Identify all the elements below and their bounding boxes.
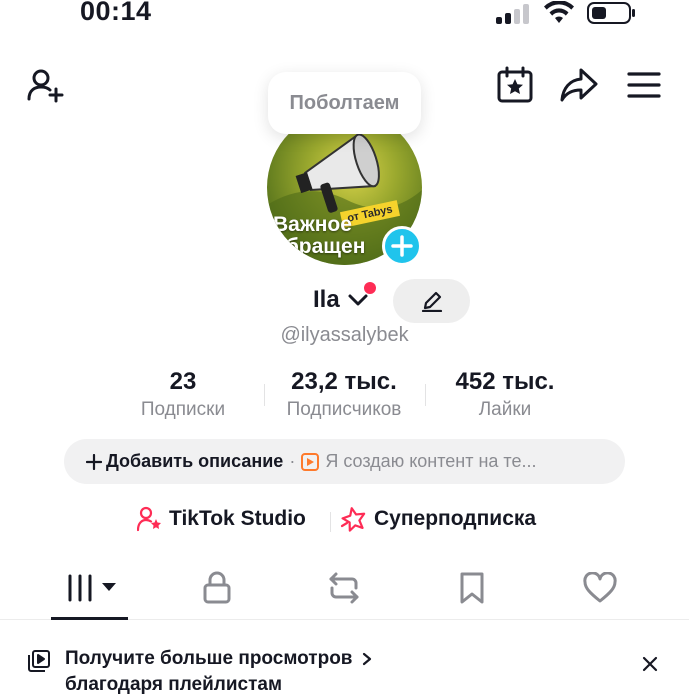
- pencil-icon: [421, 291, 442, 312]
- plus-icon: [86, 453, 102, 470]
- stat-divider: [264, 384, 265, 406]
- repost-icon: [329, 572, 359, 604]
- plus-icon: [391, 235, 413, 257]
- stat-label: Подписчиков: [286, 399, 402, 420]
- cellular-signal-icon: [496, 4, 532, 24]
- bio-preview: Я создаю контент на те...: [325, 451, 537, 471]
- playlist-icon: [28, 650, 50, 672]
- video-play-icon: [301, 452, 320, 471]
- super-subscription-label: Суперподписка: [374, 507, 537, 530]
- add-friend-icon[interactable]: [23, 63, 67, 107]
- username: @ilyassalybek: [280, 324, 409, 346]
- profile-name-row: Ila: [0, 278, 689, 324]
- tab-reposts[interactable]: [314, 568, 374, 608]
- active-tab-indicator: [51, 617, 128, 620]
- profile-name[interactable]: Ila: [313, 286, 340, 314]
- tiktok-studio-link[interactable]: TikTok Studio: [137, 506, 306, 532]
- content-tabs: [0, 558, 689, 620]
- super-star-icon: [340, 507, 366, 532]
- stat-label: Лайки: [478, 399, 532, 420]
- share-icon[interactable]: [557, 63, 601, 107]
- edit-profile-button[interactable]: [393, 279, 470, 323]
- profile-stats: 23 Подписки 23,2 тыс. Подписчиков 452 ты…: [0, 366, 689, 426]
- lock-icon: [203, 571, 231, 604]
- stat-divider: [425, 384, 426, 406]
- bio-separator: ·: [289, 451, 296, 471]
- chevron-right-icon: [363, 652, 372, 666]
- tab-private[interactable]: [187, 568, 247, 608]
- avatar-overlay-title: Важное обращен: [273, 213, 366, 258]
- menu-icon[interactable]: [622, 63, 666, 107]
- profile-links: TikTok Studio Суперподписка: [0, 502, 689, 542]
- bookmark-icon: [460, 572, 484, 604]
- status-bar: 00:14: [0, 0, 689, 30]
- banner-line-1: Получите больше просмотров: [65, 648, 353, 669]
- notification-dot: [364, 282, 376, 294]
- close-icon: [642, 656, 658, 672]
- links-divider: [330, 512, 331, 532]
- tab-videos[interactable]: [60, 568, 120, 608]
- stat-following[interactable]: 23 Подписки: [118, 366, 248, 422]
- tab-liked[interactable]: [570, 568, 630, 608]
- stat-followers[interactable]: 23,2 тыс. Подписчиков: [269, 366, 419, 422]
- add-story-button[interactable]: [382, 226, 422, 266]
- status-time: 00:14: [80, 0, 152, 26]
- bio-pill[interactable]: Добавить описание · Я создаю контент на …: [64, 439, 625, 484]
- person-star-icon: [137, 506, 161, 532]
- stat-label: Подписки: [140, 399, 226, 420]
- calendar-star-icon[interactable]: [493, 63, 537, 107]
- grid-icon: [66, 574, 116, 602]
- banner-line-2: благодаря плейлистам: [65, 674, 283, 695]
- tab-favorites[interactable]: [442, 568, 502, 608]
- stat-likes[interactable]: 452 тыс. Лайки: [435, 366, 575, 422]
- playlist-banner[interactable]: Получите больше просмотров благодаря пле…: [0, 632, 689, 700]
- battery-icon: [587, 2, 635, 24]
- wifi-icon: [544, 1, 574, 23]
- tiktok-studio-label: TikTok Studio: [169, 507, 306, 530]
- playlist-banner-text: Получите больше просмотров благодаря пле…: [65, 646, 374, 698]
- stat-value: 23: [169, 368, 197, 395]
- chevron-down-icon[interactable]: [347, 292, 369, 308]
- heart-icon: [583, 572, 617, 603]
- super-subscription-link[interactable]: Суперподписка: [340, 506, 536, 532]
- add-bio-label: Добавить описание: [106, 451, 284, 471]
- stat-value: 452 тыс.: [455, 368, 555, 395]
- chat-tooltip[interactable]: Поболтаем: [268, 72, 421, 134]
- add-bio-button[interactable]: Добавить описание: [86, 451, 283, 472]
- close-banner-button[interactable]: [636, 650, 664, 678]
- stat-value: 23,2 тыс.: [291, 368, 397, 395]
